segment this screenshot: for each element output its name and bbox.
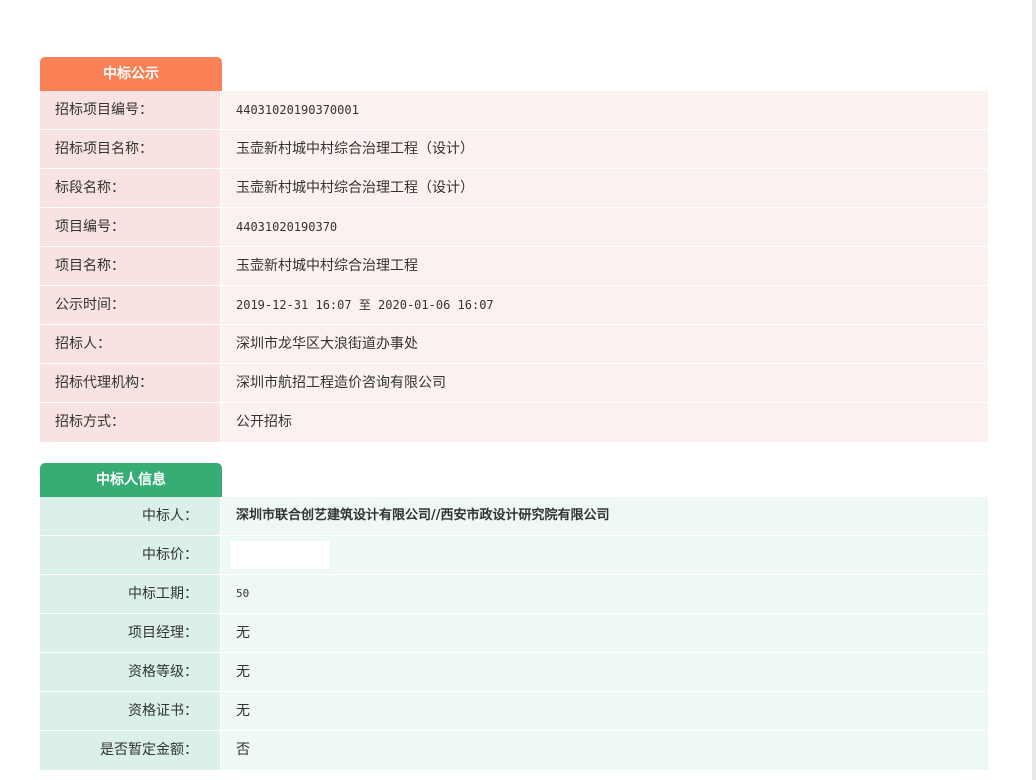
bid-notice-tab[interactable]: 中标公示	[40, 57, 222, 91]
value-provisional-amount: 否	[221, 731, 988, 770]
label-tender-project-name: 招标项目名称：	[40, 130, 221, 168]
row-winning-bidder: 中标人： 深圳市联合创艺建筑设计有限公司//西安市政设计研究院有限公司	[40, 497, 988, 536]
value-tender-agency: 深圳市航招工程造价咨询有限公司	[221, 364, 988, 402]
redacted-price-box	[230, 541, 330, 569]
value-tenderer: 深圳市龙华区大浪街道办事处	[221, 325, 988, 363]
label-qualification-certificate: 资格证书：	[40, 692, 221, 730]
row-qualification-level: 资格等级： 无	[40, 653, 988, 692]
row-winning-price: 中标价：	[40, 536, 988, 575]
label-winning-price: 中标价：	[40, 536, 221, 574]
row-project-manager: 项目经理： 无	[40, 614, 988, 653]
row-tender-agency: 招标代理机构： 深圳市航招工程造价咨询有限公司	[40, 364, 988, 403]
label-section-name: 标段名称：	[40, 169, 221, 207]
window-right-edge	[1032, 0, 1036, 780]
label-tender-method: 招标方式：	[40, 403, 221, 442]
row-project-number: 项目编号： 44031020190370	[40, 208, 988, 247]
label-project-manager: 项目经理：	[40, 614, 221, 652]
label-project-number: 项目编号：	[40, 208, 221, 246]
row-tender-project-number: 招标项目编号： 44031020190370001	[40, 91, 988, 130]
row-tender-project-name: 招标项目名称： 玉壶新村城中村综合治理工程（设计）	[40, 130, 988, 169]
label-provisional-amount: 是否暂定金额：	[40, 731, 221, 770]
value-construction-period: 50	[221, 575, 988, 613]
bid-notice-panel: 中标公示 招标项目编号： 44031020190370001 招标项目名称： 玉…	[40, 57, 988, 442]
value-project-name: 玉壶新村城中村综合治理工程	[221, 247, 988, 285]
label-winning-bidder: 中标人：	[40, 497, 221, 535]
value-section-name: 玉壶新村城中村综合治理工程（设计）	[221, 169, 988, 207]
value-publicity-time: 2019-12-31 16:07 至 2020-01-06 16:07	[221, 286, 988, 324]
row-publicity-time: 公示时间： 2019-12-31 16:07 至 2020-01-06 16:0…	[40, 286, 988, 325]
row-tenderer: 招标人： 深圳市龙华区大浪街道办事处	[40, 325, 988, 364]
value-qualification-level: 无	[221, 653, 988, 691]
label-tender-agency: 招标代理机构：	[40, 364, 221, 402]
row-project-name: 项目名称： 玉壶新村城中村综合治理工程	[40, 247, 988, 286]
label-project-name: 项目名称：	[40, 247, 221, 285]
value-tender-project-name: 玉壶新村城中村综合治理工程（设计）	[221, 130, 988, 168]
row-tender-method: 招标方式： 公开招标	[40, 403, 988, 442]
value-qualification-certificate: 无	[221, 692, 988, 730]
value-project-manager: 无	[221, 614, 988, 652]
label-publicity-time: 公示时间：	[40, 286, 221, 324]
row-section-name: 标段名称： 玉壶新村城中村综合治理工程（设计）	[40, 169, 988, 208]
label-tender-project-number: 招标项目编号：	[40, 91, 221, 129]
value-project-number: 44031020190370	[221, 208, 988, 246]
row-provisional-amount: 是否暂定金额： 否	[40, 731, 988, 770]
label-construction-period: 中标工期：	[40, 575, 221, 613]
value-tender-method: 公开招标	[221, 403, 988, 442]
winner-info-panel: 中标人信息 中标人： 深圳市联合创艺建筑设计有限公司//西安市政设计研究院有限公…	[40, 463, 988, 770]
row-construction-period: 中标工期： 50	[40, 575, 988, 614]
row-qualification-certificate: 资格证书： 无	[40, 692, 988, 731]
bid-notice-table: 招标项目编号： 44031020190370001 招标项目名称： 玉壶新村城中…	[40, 91, 988, 442]
label-qualification-level: 资格等级：	[40, 653, 221, 691]
value-tender-project-number: 44031020190370001	[221, 91, 988, 129]
value-winning-bidder: 深圳市联合创艺建筑设计有限公司//西安市政设计研究院有限公司	[221, 497, 988, 535]
winner-info-table: 中标人： 深圳市联合创艺建筑设计有限公司//西安市政设计研究院有限公司 中标价：…	[40, 497, 988, 770]
winner-info-tab[interactable]: 中标人信息	[40, 463, 222, 497]
value-winning-price	[221, 536, 988, 574]
label-tenderer: 招标人：	[40, 325, 221, 363]
